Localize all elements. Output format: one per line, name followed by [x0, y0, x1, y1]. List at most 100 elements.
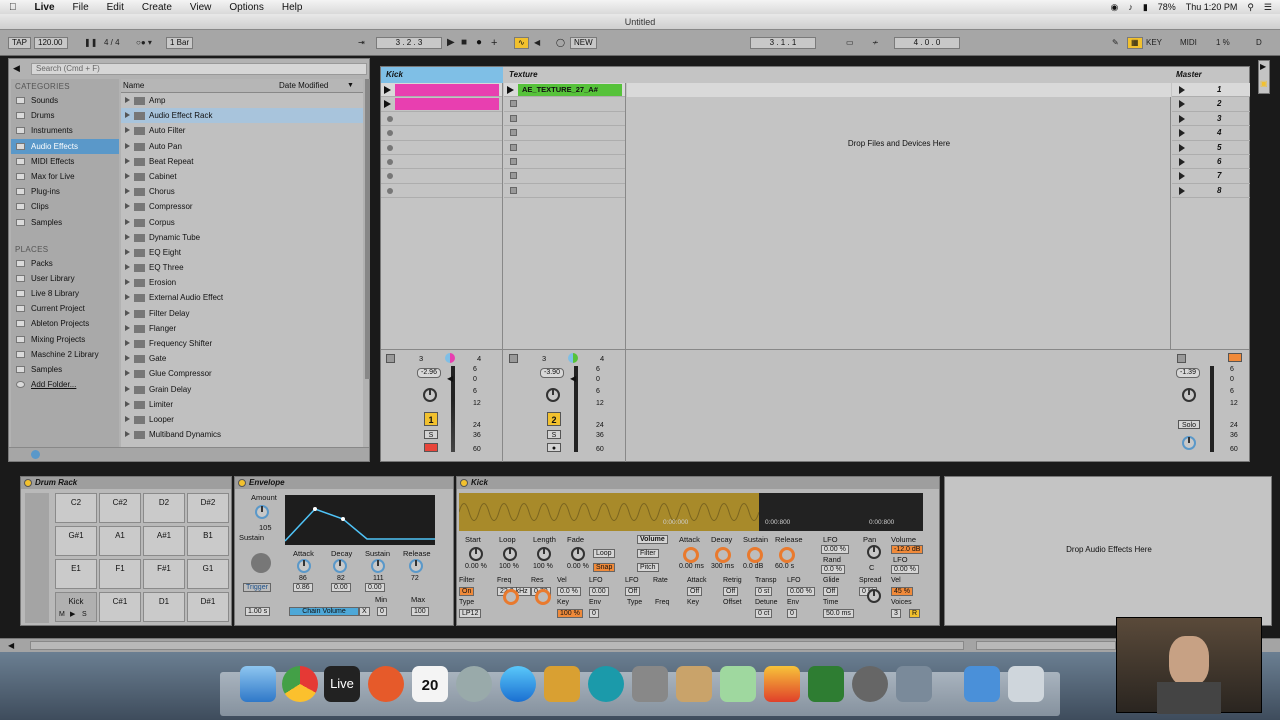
follow-icon[interactable]: ⇥ — [358, 37, 365, 49]
clip-slot[interactable] — [504, 184, 625, 199]
clip-stop-icon[interactable] — [510, 172, 517, 180]
param-value[interactable]: 45 % — [891, 587, 913, 596]
capture-icon[interactable]: ◯ — [556, 37, 565, 49]
clip-stop-icon[interactable] — [387, 144, 393, 151]
param-value[interactable]: LP12 — [459, 609, 482, 618]
clip-slot[interactable] — [381, 83, 502, 98]
lfo-value[interactable]: 0.00 % — [821, 545, 849, 554]
drum-pad[interactable]: D#2 — [187, 493, 229, 523]
menu-view[interactable]: View — [181, 2, 221, 13]
scene-play-icon[interactable] — [1179, 114, 1185, 123]
track-header-master[interactable]: Master — [1171, 67, 1249, 83]
drum-pad[interactable]: Kick M ▶ S — [55, 592, 97, 622]
param-value[interactable]: 3 — [891, 609, 901, 618]
arm-button-texture[interactable]: ● — [547, 443, 561, 452]
disclosure-triangle-icon[interactable] — [125, 233, 130, 240]
scene-launch[interactable]: 7 — [1172, 169, 1250, 184]
pad-play-icon[interactable]: ▶ — [70, 610, 75, 620]
clip-stop-icon[interactable] — [510, 100, 517, 108]
preview-icon[interactable] — [31, 450, 40, 459]
list-item[interactable]: Erosion — [121, 275, 363, 290]
list-item[interactable]: Beat Repeat — [121, 154, 363, 169]
scene-launch[interactable]: 6 — [1172, 155, 1250, 170]
pan-knob-kick[interactable] — [423, 388, 437, 402]
nudge-icon[interactable]: ❚❚ — [84, 37, 97, 49]
tempo-field[interactable]: 120.00 — [34, 37, 68, 49]
clip-slot[interactable] — [504, 97, 625, 112]
browser-toggle-icon[interactable]: ◀ — [13, 63, 20, 74]
knob[interactable] — [503, 547, 517, 561]
stop-all-icon[interactable] — [386, 354, 395, 363]
drum-pad[interactable]: D1 — [143, 592, 185, 622]
clip-slot[interactable] — [504, 155, 625, 170]
snap-button[interactable]: Snap — [593, 563, 616, 572]
fader-arrow-icon[interactable]: ◀ — [447, 374, 453, 383]
new-button[interactable]: NEW — [570, 37, 597, 49]
time-value[interactable]: 1.00 s — [245, 607, 271, 616]
overdub-button[interactable]: + — [491, 37, 497, 49]
attack-knob[interactable] — [297, 559, 311, 573]
disclosure-triangle-icon[interactable] — [125, 340, 130, 346]
scene-play-icon[interactable] — [1179, 100, 1185, 109]
scene-launch[interactable]: 2 — [1172, 97, 1250, 112]
clip-slot[interactable] — [381, 169, 502, 184]
list-item[interactable]: EQ Eight — [121, 245, 363, 260]
clock[interactable]: Thu 1:20 PM — [1186, 2, 1238, 12]
solo-button-texture[interactable]: S — [547, 430, 561, 439]
clip-slot[interactable] — [381, 112, 502, 127]
disclosure-triangle-icon[interactable] — [125, 431, 130, 438]
param-value[interactable]: 0 st — [755, 587, 773, 596]
drum-pad[interactable]: D#1 — [187, 592, 229, 622]
category-clips[interactable]: Clips — [11, 199, 119, 214]
itunes-icon[interactable] — [500, 666, 536, 702]
drum-pad[interactable]: G#1 — [55, 526, 97, 556]
disclosure-triangle-icon[interactable] — [125, 309, 130, 316]
clip-play-icon[interactable] — [384, 86, 391, 94]
drum-pad[interactable]: B1 — [187, 526, 229, 556]
pad-mute-button[interactable]: M — [59, 610, 65, 620]
param-value[interactable]: 100 % — [557, 609, 583, 618]
volume-value[interactable]: -12.0 dB — [891, 545, 924, 554]
expand-icon[interactable]: ◀ — [8, 641, 14, 650]
scene-launch[interactable]: 1 — [1172, 83, 1250, 98]
freq-knob[interactable] — [503, 589, 519, 605]
calendar-icon[interactable]: 20 — [412, 666, 448, 702]
release-knob[interactable] — [409, 559, 423, 573]
clip-stop-icon[interactable] — [510, 114, 517, 122]
chain-volume-target[interactable]: Chain Volume — [289, 607, 359, 616]
audio-effects-drop-zone[interactable]: Drop Audio Effects Here — [944, 476, 1272, 626]
envelope-knob[interactable] — [747, 547, 763, 563]
clip-slot[interactable] — [504, 126, 625, 141]
place-current-project[interactable]: Current Project — [11, 301, 119, 316]
spotlight-icon[interactable]: ⚲ — [1247, 2, 1254, 13]
scene-play-icon[interactable] — [1179, 157, 1185, 166]
clip-slot[interactable]: AE_TEXTURE_27_A# — [504, 83, 625, 98]
scene-launch[interactable]: 4 — [1172, 126, 1250, 141]
system-preferences-icon[interactable] — [632, 666, 668, 702]
draw-mode-icon[interactable]: ✎ — [1112, 37, 1119, 49]
place-packs[interactable]: Packs — [11, 256, 119, 271]
res-knob[interactable] — [535, 589, 551, 605]
stop-all-icon[interactable] — [509, 354, 518, 363]
list-item[interactable]: Flanger — [121, 321, 363, 336]
clip-stop-icon[interactable] — [510, 157, 517, 165]
track-activator-texture[interactable]: 2 — [547, 412, 561, 426]
archive-utility-icon[interactable] — [676, 666, 712, 702]
list-item[interactable]: Limiter — [121, 397, 363, 412]
list-item[interactable]: Dynamic Tube — [121, 230, 363, 245]
value-1[interactable]: 0.86 — [293, 583, 313, 592]
photo-booth-icon[interactable] — [896, 666, 932, 702]
max-value[interactable]: 100 — [411, 607, 429, 616]
clip-slot[interactable] — [381, 184, 502, 199]
device-power-icon[interactable] — [238, 479, 246, 487]
chrome-icon[interactable] — [282, 666, 318, 702]
clip-texture[interactable]: AE_TEXTURE_27_A# — [518, 84, 622, 96]
param-value[interactable]: 0 — [787, 609, 797, 618]
retrigger-r-button[interactable]: R — [909, 609, 921, 618]
disclosure-triangle-icon[interactable] — [125, 370, 130, 377]
disclosure-triangle-icon[interactable] — [125, 157, 130, 164]
device-power-icon[interactable] — [24, 479, 32, 487]
clip-stop-icon[interactable] — [387, 130, 393, 137]
rme-icon[interactable] — [764, 666, 800, 702]
disclosure-triangle-icon[interactable] — [125, 415, 130, 422]
